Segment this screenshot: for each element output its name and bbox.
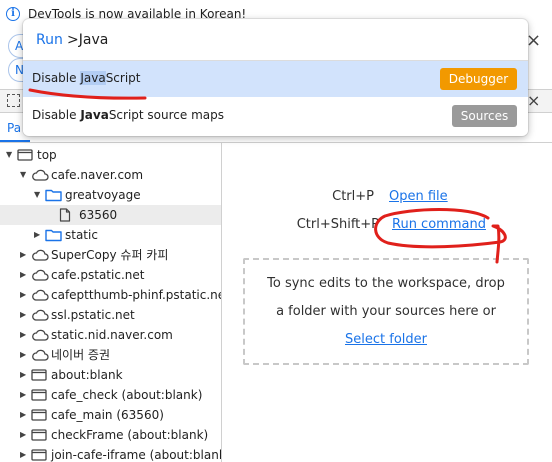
palette-item-disable-javascript-source-maps[interactable]: Disable JavaScript source maps Sources [23,98,528,134]
collapsed-arrow-icon[interactable]: ▶ [20,265,26,285]
cloud-icon [31,245,49,265]
expanded-arrow-icon[interactable]: ▼ [34,185,40,205]
info-icon: i [6,7,20,21]
editor-placeholder: Ctrl+P Open file Ctrl+Shift+P Run comman… [223,143,552,462]
frame-icon [31,365,47,385]
palette-item-title-prefix: Disable [32,108,81,122]
tree-item-label: cafe.pstatic.net [51,268,145,282]
tree-item-label: join-cafe-iframe (about:blank) [51,448,222,462]
tree-item-label: 63560 [79,208,118,222]
tree-item-label: SuperCopy 슈퍼 카피 [51,248,169,262]
command-palette-input[interactable] [67,30,507,50]
palette-item-title-suffix: Script [105,71,141,85]
open-file-link[interactable]: Open file [389,189,448,204]
select-folder-link[interactable]: Select folder [345,332,427,347]
collapsed-arrow-icon[interactable]: ▶ [20,345,26,365]
palette-item-title-suffix: Script source maps [108,108,225,122]
debugger-category-badge: Debugger [440,68,517,90]
tree-item-label: cafeptthumb-phinf.pstatic.net [51,288,222,302]
file-navigator: ▼ top ▼ cafe.naver.com ▼ greatvoyage 63560 ▶ sta… [0,143,222,462]
tree-item[interactable]: 63560 [0,205,221,225]
tree-item-label: cafe_main (63560) [51,408,164,422]
tree-item[interactable]: ▼ cafe.naver.com [0,165,221,185]
tree-item[interactable]: ▶ cafe.pstatic.net [0,265,221,285]
collapsed-arrow-icon[interactable]: ▶ [20,285,26,305]
close-devtools-icon[interactable]: × [527,91,540,110]
tree-item-label: static [65,228,98,242]
tree-item-label: cafe.naver.com [51,168,144,182]
collapsed-arrow-icon[interactable]: ▶ [20,385,26,405]
collapsed-arrow-icon[interactable]: ▶ [20,405,26,425]
tab-page[interactable]: Pa [7,121,21,135]
expanded-arrow-icon[interactable]: ▼ [20,165,26,185]
collapsed-arrow-icon[interactable]: ▶ [20,245,26,265]
tree-item-label: 네이버 증권 [51,348,111,362]
tree-item[interactable]: ▶ 네이버 증권 [0,345,221,365]
open-file-shortcut: Ctrl+P [332,189,374,204]
tree-item[interactable]: ▶ cafeptthumb-phinf.pstatic.net [0,285,222,305]
tree-item[interactable]: ▶ ssl.pstatic.net [0,305,221,325]
cloud-icon [31,165,49,185]
tree-item-label: ssl.pstatic.net [51,308,135,322]
tree-item[interactable]: ▼ greatvoyage [0,185,221,205]
cloud-icon [31,325,49,345]
workspace-drop-zone[interactable]: To sync edits to the workspace, drop a f… [243,258,529,365]
tree-item[interactable]: ▶ cafe_check (about:blank) [0,385,221,405]
palette-item-disable-javascript[interactable]: Disable JavaScript Debugger [23,61,528,97]
frame-icon [31,385,47,405]
collapsed-arrow-icon[interactable]: ▶ [34,225,40,245]
frame-icon [31,445,47,462]
cloud-icon [31,285,49,305]
tree-item[interactable]: ▶ join-cafe-iframe (about:blank) [0,445,222,462]
cloud-icon [31,345,49,365]
close-icon[interactable]: × [526,30,541,51]
frame-icon [17,145,33,165]
collapsed-arrow-icon[interactable]: ▶ [20,305,26,325]
tree-item[interactable]: ▶ static.nid.naver.com [0,325,221,345]
file-icon [59,205,71,225]
tree-item[interactable]: ▶ static [0,225,221,245]
palette-item-title: Disable JavaScript source maps [32,108,224,122]
tree-item[interactable]: ▶ SuperCopy 슈퍼 카피 [0,245,221,265]
tree-item[interactable]: ▼ top [0,145,221,165]
palette-input-row: Run [23,19,528,61]
frame-icon [31,405,47,425]
folder-icon [45,185,62,205]
run-command-shortcut: Ctrl+Shift+P [296,217,379,232]
palette-item-title-match: Java [80,71,106,85]
tree-item-label: top [37,148,57,162]
tree-item-label: checkFrame (about:blank) [51,428,209,442]
palette-prompt-label: Run [36,32,63,48]
tree-item-label: greatvoyage [65,188,141,202]
tree-item-label: static.nid.naver.com [51,328,173,342]
cloud-icon [31,305,49,325]
collapsed-arrow-icon[interactable]: ▶ [20,325,26,345]
palette-item-title-match: Java [80,108,109,122]
collapsed-arrow-icon[interactable]: ▶ [20,365,26,385]
active-tab-indicator [0,140,30,142]
tree-item[interactable]: ▶ cafe_main (63560) [0,405,221,425]
tree-item[interactable]: ▶ checkFrame (about:blank) [0,425,221,445]
expanded-arrow-icon[interactable]: ▼ [6,145,12,165]
collapsed-arrow-icon[interactable]: ▶ [20,425,26,445]
folder-icon [45,225,62,245]
tree-item[interactable]: ▶ about:blank [0,365,221,385]
drop-zone-line-2: a folder with your sources here or [276,304,496,319]
collapsed-arrow-icon[interactable]: ▶ [20,445,26,462]
palette-item-title-prefix: Disable [32,71,81,85]
palette-item-title: Disable JavaScript [32,71,141,85]
frame-icon [31,425,47,445]
run-command-link[interactable]: Run command [392,217,486,232]
sources-category-badge: Sources [452,105,517,127]
command-palette: Run Disable JavaScript Debugger Disable … [23,19,528,136]
tree-item-label: about:blank [51,368,123,382]
tree-item-label: cafe_check (about:blank) [51,388,203,402]
drop-zone-line-1: To sync edits to the workspace, drop [267,276,505,291]
inspect-element-icon[interactable] [7,94,20,107]
cloud-icon [31,265,49,285]
